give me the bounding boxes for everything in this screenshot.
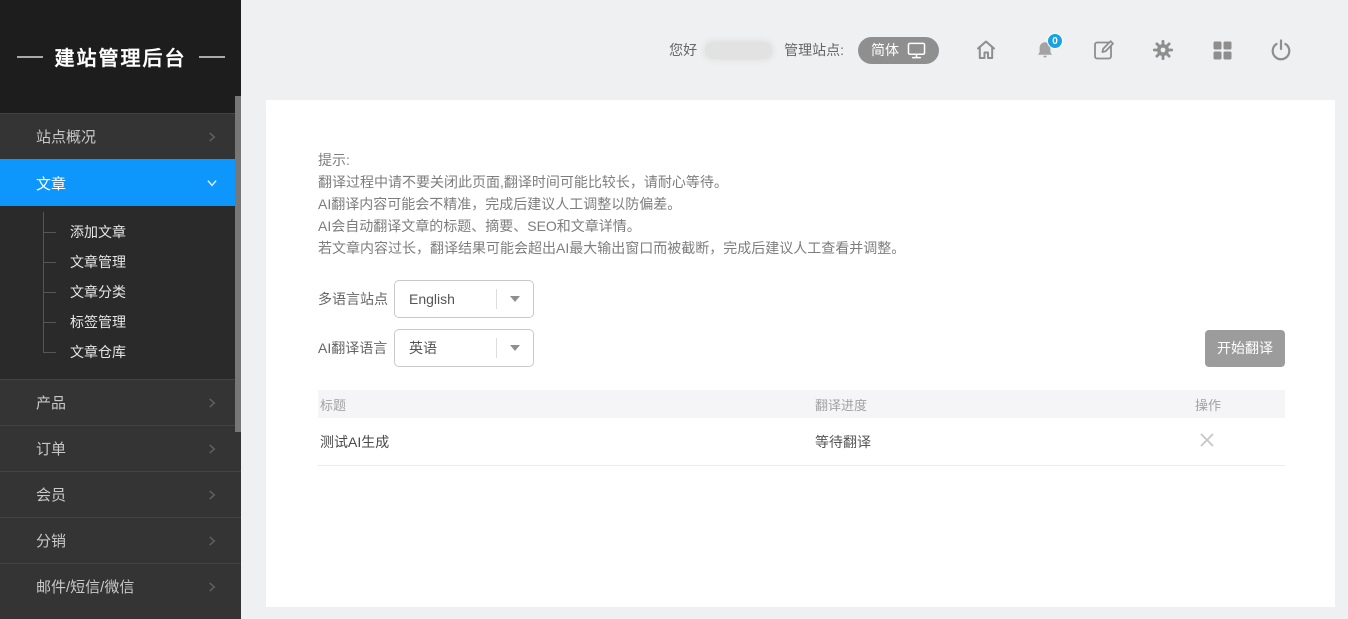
gear-icon[interactable] bbox=[1151, 38, 1175, 62]
subitem-label: 文章仓库 bbox=[70, 342, 126, 362]
subitem-label: 文章分类 bbox=[70, 282, 126, 302]
select-caret-zone[interactable] bbox=[497, 345, 533, 351]
tips-block: 提示: 翻译过程中请不要关闭此页面,翻译时间可能比较长，请耐心等待。 AI翻译内… bbox=[318, 149, 1285, 259]
select-caret-zone[interactable] bbox=[497, 296, 533, 302]
sidebar-item-label: 订单 bbox=[36, 438, 205, 459]
username-redacted bbox=[705, 42, 772, 59]
language-switch-label: 简体 bbox=[871, 40, 899, 60]
chevron-down-icon bbox=[205, 176, 219, 190]
sidebar-item-distribution[interactable]: 分销 bbox=[0, 517, 241, 563]
chevron-right-icon bbox=[205, 442, 219, 456]
row-article-title: 测试AI生成 bbox=[318, 432, 815, 452]
subitem-label: 文章管理 bbox=[70, 252, 126, 272]
tips-title: 提示: bbox=[318, 149, 1285, 171]
tip-line: 翻译过程中请不要关闭此页面,翻译时间可能比较长，请耐心等待。 bbox=[318, 171, 1285, 193]
site-select-value: English bbox=[395, 291, 496, 307]
articles-submenu: 添加文章 文章管理 文章分类 标签管理 文章仓库 bbox=[0, 206, 241, 379]
apps-grid-icon[interactable] bbox=[1210, 38, 1234, 62]
language-switch-button[interactable]: 简体 bbox=[858, 37, 939, 64]
sidebar-subitem-article-management[interactable]: 文章管理 bbox=[0, 247, 241, 277]
bell-icon[interactable]: 0 bbox=[1033, 38, 1057, 62]
sidebar-item-site-overview[interactable]: 站点概况 bbox=[0, 113, 241, 159]
main-panel: 提示: 翻译过程中请不要关闭此页面,翻译时间可能比较长，请耐心等待。 AI翻译内… bbox=[266, 100, 1335, 607]
sidebar-item-label: 会员 bbox=[36, 484, 205, 505]
table-header-title: 标题 bbox=[318, 395, 815, 414]
ai-language-label: AI翻译语言 bbox=[318, 338, 394, 358]
remove-row-icon[interactable] bbox=[1198, 431, 1216, 449]
sidebar-item-label: 邮件/短信/微信 bbox=[36, 576, 205, 597]
subitem-label: 添加文章 bbox=[70, 222, 126, 242]
sidebar-subitem-add-article[interactable]: 添加文章 bbox=[0, 217, 241, 247]
chevron-right-icon bbox=[205, 580, 219, 594]
top-bar: 您好 管理站点: 简体 0 bbox=[241, 0, 1348, 100]
site-select-label: 多语言站点 bbox=[318, 289, 394, 309]
table-header-operation: 操作 bbox=[1195, 395, 1285, 414]
sidebar-scrollbar[interactable] bbox=[235, 96, 241, 432]
table-row: 测试AI生成 等待翻译 bbox=[318, 418, 1285, 466]
table-header-row: 标题 翻译进度 操作 bbox=[318, 390, 1285, 418]
app-title-text: 建站管理后台 bbox=[55, 42, 187, 71]
ai-language-value: 英语 bbox=[395, 338, 496, 358]
tip-line: AI翻译内容可能会不精准，完成后建议人工调整以防偏差。 bbox=[318, 193, 1285, 215]
tip-line: 若文章内容过长，翻译结果可能会超出AI最大输出窗口而被截断，完成后建议人工查看并… bbox=[318, 237, 1285, 259]
compose-icon[interactable] bbox=[1092, 38, 1116, 62]
notification-badge: 0 bbox=[1047, 33, 1063, 49]
ai-language-row: AI翻译语言 英语 开始翻译 bbox=[318, 329, 1285, 367]
table-header-progress: 翻译进度 bbox=[815, 395, 1195, 414]
row-progress-status: 等待翻译 bbox=[815, 432, 1195, 452]
manage-site-label: 管理站点: bbox=[784, 40, 844, 60]
ai-language-dropdown[interactable]: 英语 bbox=[394, 329, 534, 367]
sidebar-subitem-article-categories[interactable]: 文章分类 bbox=[0, 277, 241, 307]
row-operation-cell bbox=[1195, 431, 1285, 452]
sidebar-subitem-tag-management[interactable]: 标签管理 bbox=[0, 307, 241, 337]
home-icon[interactable] bbox=[974, 38, 998, 62]
app-title: 建站管理后台 bbox=[0, 0, 241, 113]
start-translation-button[interactable]: 开始翻译 bbox=[1205, 330, 1285, 367]
sidebar-item-email-sms-wechat[interactable]: 邮件/短信/微信 bbox=[0, 563, 241, 609]
sidebar-subitem-article-repository[interactable]: 文章仓库 bbox=[0, 337, 241, 367]
translation-table: 标题 翻译进度 操作 测试AI生成 等待翻译 bbox=[318, 390, 1285, 466]
tip-line: AI会自动翻译文章的标题、摘要、SEO和文章详情。 bbox=[318, 215, 1285, 237]
chevron-right-icon bbox=[205, 396, 219, 410]
sidebar-item-label: 站点概况 bbox=[36, 126, 205, 147]
sidebar-item-label: 分销 bbox=[36, 530, 205, 551]
site-select-dropdown[interactable]: English bbox=[394, 280, 534, 318]
chevron-right-icon bbox=[205, 488, 219, 502]
caret-down-icon bbox=[510, 296, 520, 302]
sidebar-item-members[interactable]: 会员 bbox=[0, 471, 241, 517]
site-select-row: 多语言站点 English bbox=[318, 280, 1285, 318]
chevron-right-icon bbox=[205, 534, 219, 548]
sidebar-item-label: 产品 bbox=[36, 392, 205, 413]
sidebar: 建站管理后台 站点概况 文章 添加文章 文章管理 文章分类 标签管理 文章仓库 … bbox=[0, 0, 241, 619]
sidebar-item-products[interactable]: 产品 bbox=[0, 379, 241, 425]
title-dash-left bbox=[17, 56, 43, 58]
topbar-icon-group: 0 bbox=[974, 38, 1293, 62]
greeting-text: 您好 bbox=[669, 40, 697, 60]
power-icon[interactable] bbox=[1269, 38, 1293, 62]
title-dash-right bbox=[199, 56, 225, 58]
sidebar-item-label: 文章 bbox=[36, 173, 205, 194]
sidebar-item-orders[interactable]: 订单 bbox=[0, 425, 241, 471]
subitem-label: 标签管理 bbox=[70, 312, 126, 332]
chevron-right-icon bbox=[205, 130, 219, 144]
sidebar-item-articles[interactable]: 文章 bbox=[0, 159, 241, 206]
caret-down-icon bbox=[510, 345, 520, 351]
monitor-icon bbox=[907, 42, 926, 59]
